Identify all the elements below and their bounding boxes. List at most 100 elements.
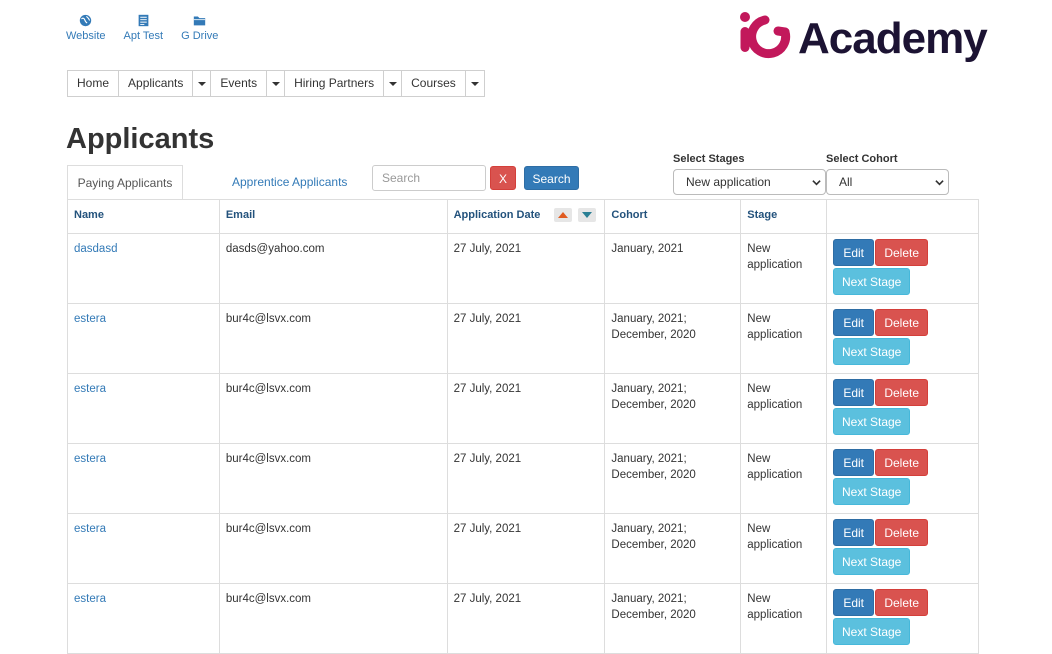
cohort-line: December, 2020 — [611, 399, 696, 411]
nav-applicants-dropdown[interactable] — [193, 71, 212, 96]
nav-applicants[interactable]: Applicants — [119, 71, 194, 96]
cohort-select[interactable]: All — [826, 169, 949, 195]
table-row: estera bur4c@lsvx.com 27 July, 2021 Janu… — [68, 584, 979, 654]
cohort-cell: January, 2021; December, 2020 — [605, 584, 742, 653]
stage-cell: New application — [741, 584, 828, 653]
next-stage-button[interactable]: Next Stage — [833, 408, 911, 435]
next-stage-button[interactable]: Next Stage — [833, 338, 911, 365]
nav-events-dropdown[interactable] — [267, 71, 286, 96]
edit-button[interactable]: Edit — [833, 519, 875, 546]
actions-cell: Edit Delete Next Stage — [827, 234, 979, 303]
header-name: Name — [68, 200, 220, 233]
next-stage-button[interactable]: Next Stage — [833, 268, 911, 295]
email-cell: dasds@yahoo.com — [220, 234, 448, 303]
edit-button[interactable]: Edit — [833, 449, 875, 476]
actions-cell: Edit Delete Next Stage — [827, 304, 979, 373]
stage-line: New — [747, 383, 771, 395]
name-cell: estera — [68, 584, 220, 653]
applicant-name-link[interactable]: estera — [74, 593, 106, 605]
actions-cell: Edit Delete Next Stage — [827, 374, 979, 443]
search-input[interactable] — [372, 165, 486, 191]
apt-test-link[interactable]: Apt Test — [124, 14, 163, 42]
delete-button[interactable]: Delete — [875, 519, 929, 546]
cohort-cell: January, 2021; December, 2020 — [605, 514, 742, 583]
email-cell: bur4c@lsvx.com — [220, 584, 448, 653]
nav-hiring-partners-dropdown[interactable] — [384, 71, 403, 96]
cohort-cell: January, 2021; December, 2020 — [605, 444, 742, 513]
header-email: Email — [220, 200, 448, 233]
stage-cell: New application — [741, 444, 828, 513]
delete-button[interactable]: Delete — [875, 309, 929, 336]
date-cell: 27 July, 2021 — [448, 374, 606, 443]
applicant-name-link[interactable]: dasdasd — [74, 243, 117, 255]
stage-line: New — [747, 523, 771, 535]
next-stage-button[interactable]: Next Stage — [833, 548, 911, 575]
logo-text: Academy — [798, 14, 988, 63]
cohort-select-value: All — [839, 175, 853, 189]
stage-line: New — [747, 453, 771, 465]
nav-events[interactable]: Events — [211, 71, 268, 96]
edit-button[interactable]: Edit — [833, 379, 875, 406]
tab-apprentice-applicants[interactable]: Apprentice Applicants — [232, 175, 347, 189]
actions-cell: Edit Delete Next Stage — [827, 444, 979, 513]
io-academy-logo[interactable]: Academy — [738, 10, 988, 68]
delete-button[interactable]: Delete — [875, 379, 929, 406]
stages-select-value: New application — [686, 175, 771, 189]
cohort-line: January, 2021; — [611, 523, 687, 535]
stage-line: application — [747, 469, 803, 481]
caret-down-icon — [197, 81, 206, 86]
search-button[interactable]: Search — [524, 166, 579, 190]
next-stage-button[interactable]: Next Stage — [833, 478, 911, 505]
table-row: estera bur4c@lsvx.com 27 July, 2021 Janu… — [68, 304, 979, 374]
applicant-name-link[interactable]: estera — [74, 313, 106, 325]
applicant-name-link[interactable]: estera — [74, 523, 106, 535]
actions-cell: Edit Delete Next Stage — [827, 584, 979, 653]
g-drive-link[interactable]: G Drive — [181, 14, 218, 42]
cohort-line: January, 2021; — [611, 313, 687, 325]
io-logo-mark-icon — [740, 12, 791, 59]
date-cell: 27 July, 2021 — [448, 444, 606, 513]
header-stage: Stage — [741, 200, 828, 233]
name-cell: dasdasd — [68, 234, 220, 303]
date-cell: 27 July, 2021 — [448, 514, 606, 583]
caret-down-icon — [388, 81, 397, 86]
stage-line: application — [747, 399, 803, 411]
delete-button[interactable]: Delete — [875, 239, 929, 266]
select-stages-label: Select Stages — [673, 153, 745, 165]
table-row: estera bur4c@lsvx.com 27 July, 2021 Janu… — [68, 374, 979, 444]
nav-courses[interactable]: Courses — [402, 71, 466, 96]
delete-button[interactable]: Delete — [875, 449, 929, 476]
clear-search-button[interactable]: X — [490, 166, 516, 190]
sort-descending-button[interactable] — [578, 208, 597, 222]
stage-line: New — [747, 313, 771, 325]
edit-button[interactable]: Edit — [833, 239, 875, 266]
website-link[interactable]: Website — [66, 14, 106, 42]
header-application-date-label: Application Date — [453, 209, 541, 221]
stage-line: application — [747, 329, 803, 341]
stages-select[interactable]: New application — [673, 169, 826, 195]
chevron-down-icon — [935, 180, 944, 186]
main-nav: Home Applicants Events Hiring Partners C… — [67, 70, 485, 97]
tab-paying-applicants[interactable]: Paying Applicants — [67, 165, 183, 199]
stage-line: application — [747, 259, 803, 271]
website-label: Website — [66, 30, 106, 42]
email-cell: bur4c@lsvx.com — [220, 514, 448, 583]
applicant-name-link[interactable]: estera — [74, 383, 106, 395]
chevron-down-icon — [812, 180, 821, 186]
edit-button[interactable]: Edit — [833, 589, 875, 616]
stage-line: application — [747, 609, 803, 621]
nav-home[interactable]: Home — [68, 71, 120, 96]
applicant-name-link[interactable]: estera — [74, 453, 106, 465]
cohort-cell: January, 2021; December, 2020 — [605, 374, 742, 443]
next-stage-button[interactable]: Next Stage — [833, 618, 911, 645]
name-cell: estera — [68, 514, 220, 583]
nav-hiring-partners[interactable]: Hiring Partners — [285, 71, 385, 96]
cohort-cell: January, 2021; December, 2020 — [605, 304, 742, 373]
sort-ascending-button[interactable] — [554, 208, 573, 222]
nav-courses-dropdown[interactable] — [466, 71, 484, 96]
delete-button[interactable]: Delete — [875, 589, 929, 616]
cohort-line: December, 2020 — [611, 469, 696, 481]
table-row: dasdasd dasds@yahoo.com 27 July, 2021 Ja… — [68, 234, 979, 304]
edit-button[interactable]: Edit — [833, 309, 875, 336]
caret-down-icon — [271, 81, 280, 86]
